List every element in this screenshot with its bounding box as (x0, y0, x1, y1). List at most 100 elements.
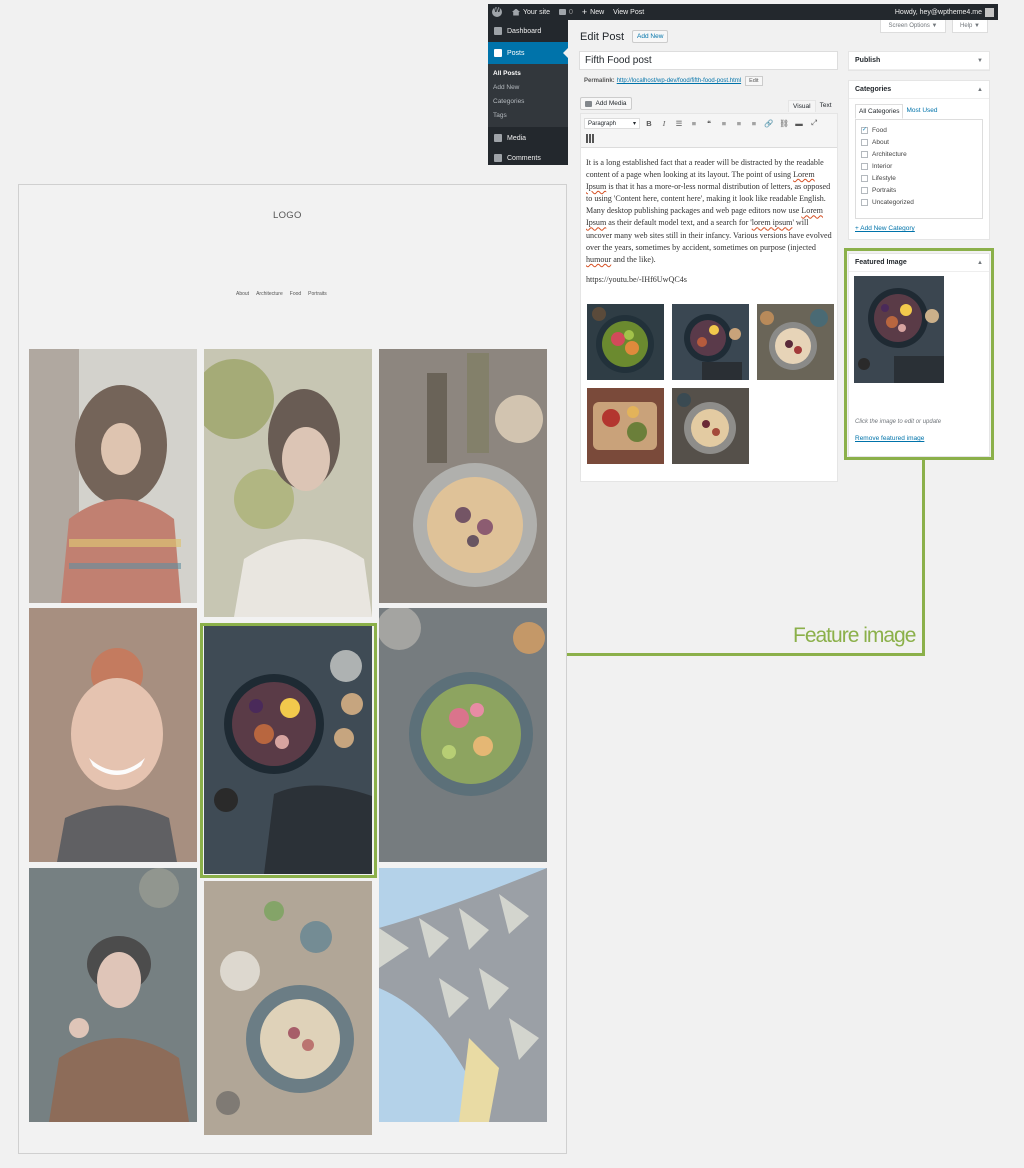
nav-item-about[interactable]: About (236, 291, 249, 297)
category-item-lifestyle[interactable]: Lifestyle (861, 172, 977, 184)
tab-most-used[interactable]: Most Used (903, 104, 940, 119)
menu-label-dashboard: Dashboard (507, 27, 542, 35)
menu-item-media[interactable]: Media (488, 127, 568, 149)
publish-box-header[interactable]: Publish ▼ (849, 52, 989, 70)
new-content-link[interactable]: + New (581, 6, 604, 17)
checkbox[interactable] (861, 138, 868, 146)
howdy-label: Howdy, hey@wptheme4.me (894, 8, 982, 16)
grid-photo-woman-foliage[interactable] (204, 349, 372, 617)
featured-image-highlight (844, 248, 994, 460)
nav-item-architecture[interactable]: Architecture (256, 291, 283, 297)
unlink-icon[interactable]: ⛓ (778, 117, 790, 129)
category-item-food[interactable]: ✓ Food (861, 124, 977, 136)
submenu-all-posts[interactable]: All Posts (488, 67, 568, 81)
my-account[interactable]: Howdy, hey@wptheme4.me (894, 7, 994, 17)
edit-header: Edit Post Add New (580, 30, 669, 43)
align-right-icon[interactable]: ≡ (748, 117, 760, 129)
category-item-about[interactable]: About (861, 136, 977, 148)
menu-label-posts: Posts (507, 49, 525, 57)
caret-up-icon[interactable]: ▲ (977, 87, 983, 93)
category-tabs: All Categories Most Used (855, 104, 983, 119)
grid-photo-architecture-facade[interactable] (379, 868, 547, 1122)
grid-photo-curly-hair-portrait[interactable] (29, 349, 197, 603)
submenu-add-new[interactable]: Add New (488, 81, 568, 95)
menu-item-dashboard[interactable]: Dashboard (488, 20, 568, 42)
align-center-icon[interactable]: ≡ (733, 117, 745, 129)
editor-mode-tabs: Visual Text (788, 100, 836, 112)
format-select[interactable]: Paragraph (584, 117, 640, 129)
toolbar-toggle-icon[interactable] (584, 132, 596, 144)
category-item-portraits[interactable]: Portraits (861, 184, 977, 196)
checkbox[interactable] (861, 150, 868, 158)
link-icon[interactable]: 🔗 (763, 117, 775, 129)
bold-icon[interactable]: B (643, 117, 655, 129)
screen-options-button[interactable]: Screen Options ▼ (880, 20, 946, 33)
help-button[interactable]: Help ▼ (952, 20, 988, 33)
caret-down-icon[interactable]: ▼ (977, 58, 983, 64)
menu-label-media: Media (507, 134, 527, 142)
menu-label-comments: Comments (507, 154, 541, 162)
checkbox[interactable] (861, 186, 868, 194)
numbered-list-icon[interactable]: ≡ (688, 117, 700, 129)
post-title-input[interactable]: Fifth Food post (579, 51, 838, 70)
plus-icon: + (581, 6, 588, 17)
view-post-label: View Post (613, 8, 645, 16)
grid-photo-short-hair-portrait[interactable] (29, 868, 197, 1122)
gallery-image[interactable] (672, 387, 749, 464)
video-url: https://youtu.be/-IHf6UwQC4s (586, 274, 687, 284)
checkbox[interactable] (861, 162, 868, 170)
blockquote-icon[interactable]: ❝ (703, 117, 715, 129)
add-new-category-link[interactable]: + Add New Category (855, 225, 983, 232)
italic-icon[interactable]: I (658, 117, 670, 129)
checkbox[interactable] (861, 198, 868, 206)
read-more-icon[interactable]: ▬ (793, 117, 805, 129)
callout-connector (922, 460, 925, 656)
avatar (985, 7, 994, 17)
gallery-image[interactable] (587, 387, 664, 464)
bullet-list-icon[interactable]: ☰ (673, 117, 685, 129)
tab-visual[interactable]: Visual (788, 100, 816, 112)
gallery-image[interactable] (757, 303, 834, 380)
tab-text[interactable]: Text (816, 100, 836, 112)
add-media-label: Add Media (595, 100, 627, 107)
gallery-image[interactable] (587, 303, 664, 380)
grid-photo-redhead-smile[interactable] (29, 608, 197, 862)
feature-image-callout-label: Feature image (793, 624, 916, 647)
checkbox[interactable] (861, 174, 868, 182)
add-new-post-button[interactable]: Add New (632, 30, 669, 43)
site-navigation: About Architecture Food Portraits (236, 291, 327, 297)
permalink-label: Permalink: (584, 78, 615, 84)
align-left-icon[interactable]: ≡ (718, 117, 730, 129)
submenu-tags[interactable]: Tags (488, 109, 568, 123)
site-logo[interactable]: LOGO (273, 210, 302, 221)
nav-item-food[interactable]: Food (290, 291, 301, 297)
menu-item-comments[interactable]: Comments (488, 149, 568, 167)
comments-count: 0 (568, 8, 573, 16)
menu-item-posts[interactable]: Posts (488, 42, 568, 64)
editor-content[interactable]: It is a long established fact that a rea… (581, 148, 837, 286)
view-post-link[interactable]: View Post (613, 9, 644, 16)
permalink-link[interactable]: http://localhost/wp-dev/food/fifth-food-… (617, 78, 741, 84)
tab-all-categories[interactable]: All Categories (855, 104, 904, 119)
gallery-image[interactable] (672, 303, 749, 380)
site-name-link[interactable]: Your site (512, 8, 550, 16)
category-checklist: ✓ Food About Architecture Interior Lifest… (855, 119, 983, 219)
checkbox-checked-icon[interactable]: ✓ (861, 126, 868, 134)
category-item-interior[interactable]: Interior (861, 160, 977, 172)
fullscreen-icon[interactable]: ⤢ (808, 117, 820, 129)
category-item-uncategorized[interactable]: Uncategorized (861, 196, 977, 208)
grid-photo-food-waffles[interactable] (379, 349, 547, 603)
comments-link[interactable]: 0 (558, 8, 573, 16)
pushpin-icon (494, 49, 502, 57)
nav-item-portraits[interactable]: Portraits (308, 291, 327, 297)
add-media-button[interactable]: Add Media (580, 97, 632, 110)
permalink-edit-button[interactable]: Edit (745, 76, 763, 86)
category-item-architecture[interactable]: Architecture (861, 148, 977, 160)
wordpress-logo-icon[interactable] (492, 7, 502, 17)
grid-photo-food-table[interactable] (204, 881, 372, 1135)
submenu-categories[interactable]: Categories (488, 95, 568, 109)
categories-box-header[interactable]: Categories ▲ (849, 81, 989, 99)
grid-photo-food-salad[interactable] (379, 608, 547, 862)
publish-box-title: Publish (855, 57, 881, 64)
page-title: Edit Post (580, 30, 625, 43)
